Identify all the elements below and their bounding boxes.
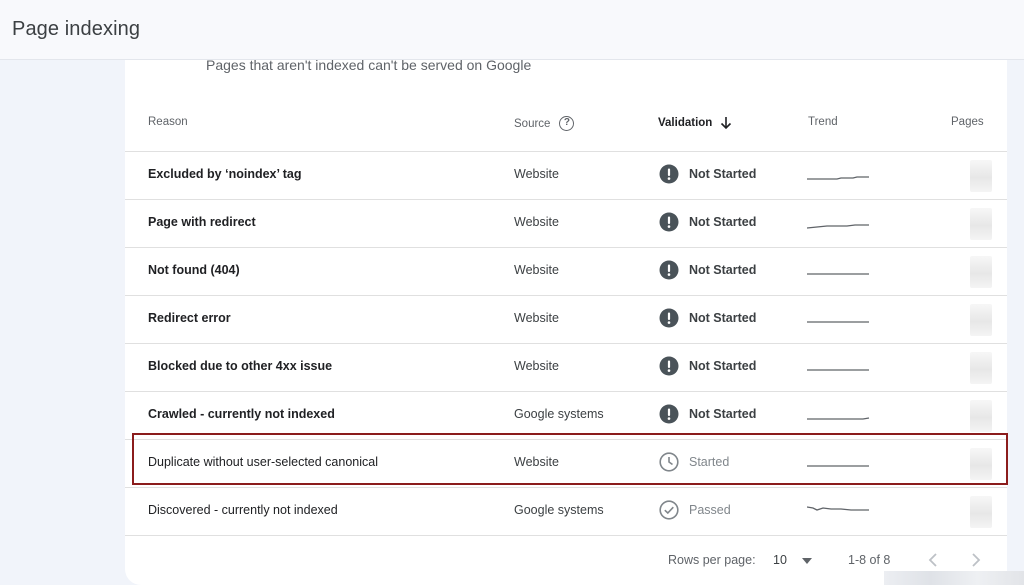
- pagination-range: 1-8 of 8: [848, 553, 891, 567]
- pages-count-redacted: [970, 352, 992, 384]
- row-reason: Page with redirect: [148, 215, 256, 229]
- pages-count-redacted: [970, 496, 992, 528]
- exclamation-circle-icon: [659, 164, 679, 184]
- row-validation: Passed: [659, 500, 731, 520]
- column-header-validation[interactable]: Validation: [658, 116, 732, 130]
- row-validation: Not Started: [659, 308, 756, 328]
- row-source: Website: [514, 263, 559, 277]
- table-row[interactable]: Discovered - currently not indexed Googl…: [125, 488, 1007, 536]
- table-row[interactable]: Not found (404) Website Not Started: [125, 248, 1007, 296]
- validation-status: Not Started: [689, 263, 757, 277]
- row-reason: Excluded by ‘noindex’ tag: [148, 167, 302, 181]
- top-bar: Page indexing: [0, 0, 1024, 60]
- pages-count-redacted: [970, 160, 992, 192]
- validation-status: Passed: [689, 503, 731, 517]
- trend-sparkline: [807, 417, 870, 420]
- pages-count-redacted: [970, 256, 992, 288]
- table-row[interactable]: Redirect error Website Not Started: [125, 296, 1007, 344]
- pages-count-redacted: [970, 400, 992, 432]
- column-header-source-label: Source: [514, 117, 551, 130]
- pages-count-redacted: [970, 304, 992, 336]
- chevron-left-icon[interactable]: [925, 551, 941, 569]
- row-validation: Not Started: [659, 356, 756, 376]
- table-row[interactable]: Blocked due to other 4xx issue Website N…: [125, 344, 1007, 392]
- row-source: Google systems: [514, 407, 604, 421]
- page-title: Page indexing: [12, 18, 141, 40]
- row-validation: Not Started: [659, 260, 756, 280]
- row-reason: Blocked due to other 4xx issue: [148, 359, 333, 373]
- table-row[interactable]: Excluded by ‘noindex’ tag Website Not St…: [125, 152, 1007, 200]
- arrow-down-icon[interactable]: [720, 116, 732, 130]
- column-header-trend-label: Trend: [808, 116, 838, 128]
- exclamation-circle-icon: [659, 308, 679, 328]
- table-row[interactable]: Page with redirect Website Not Started: [125, 200, 1007, 248]
- trend-sparkline: [807, 369, 869, 371]
- validation-status: Not Started: [689, 215, 757, 229]
- row-reason: Crawled - currently not indexed: [148, 407, 335, 421]
- chevron-right-icon[interactable]: [968, 551, 984, 569]
- validation-status: Not Started: [689, 167, 757, 181]
- column-header-trend: Trend: [808, 116, 838, 128]
- rows-per-page-select[interactable]: 10: [773, 553, 787, 567]
- row-validation: Not Started: [659, 212, 756, 232]
- trend-sparkline: [807, 176, 869, 180]
- redacted-area: [884, 571, 1024, 585]
- column-header-pages-label: Pages: [951, 116, 984, 128]
- trend-sparkline: [807, 224, 869, 229]
- exclamation-circle-icon: [659, 260, 679, 280]
- card-subtitle: Pages that aren't indexed can't be serve…: [206, 57, 532, 73]
- column-header-validation-label[interactable]: Validation: [658, 117, 712, 129]
- exclamation-circle-icon: [659, 404, 679, 424]
- caret-down-icon[interactable]: [801, 557, 813, 565]
- row-reason: Discovered - currently not indexed: [148, 503, 338, 517]
- validation-status: Not Started: [689, 311, 757, 325]
- column-header-reason-label: Reason: [148, 116, 188, 128]
- trend-sparkline: [807, 321, 869, 323]
- row-source: Google systems: [514, 503, 604, 517]
- row-reason: Not found (404): [148, 263, 240, 277]
- check-circle-icon: [659, 500, 679, 520]
- trend-sparkline: [807, 506, 869, 511]
- not-indexed-card: Pages that aren't indexed can't be serve…: [125, 57, 1007, 585]
- validation-status: Not Started: [689, 407, 757, 421]
- row-validation: Not Started: [659, 404, 756, 424]
- row-source: Website: [514, 359, 559, 373]
- exclamation-circle-icon: [659, 212, 679, 232]
- row-source: Website: [514, 215, 559, 229]
- column-header-source: Source ?: [514, 116, 575, 131]
- row-source: Website: [514, 167, 559, 181]
- row-validation: Not Started: [659, 164, 756, 184]
- help-circle-icon[interactable]: ?: [559, 116, 575, 131]
- column-header-pages: Pages: [951, 116, 984, 128]
- row-highlight-box: [132, 433, 1008, 485]
- pages-count-redacted: [970, 208, 992, 240]
- column-header-reason: Reason: [148, 116, 188, 128]
- row-source: Website: [514, 311, 559, 325]
- exclamation-circle-icon: [659, 356, 679, 376]
- trend-sparkline: [807, 273, 869, 275]
- validation-status: Not Started: [689, 359, 757, 373]
- row-reason: Redirect error: [148, 311, 231, 325]
- rows-per-page-label: Rows per page:: [668, 553, 756, 567]
